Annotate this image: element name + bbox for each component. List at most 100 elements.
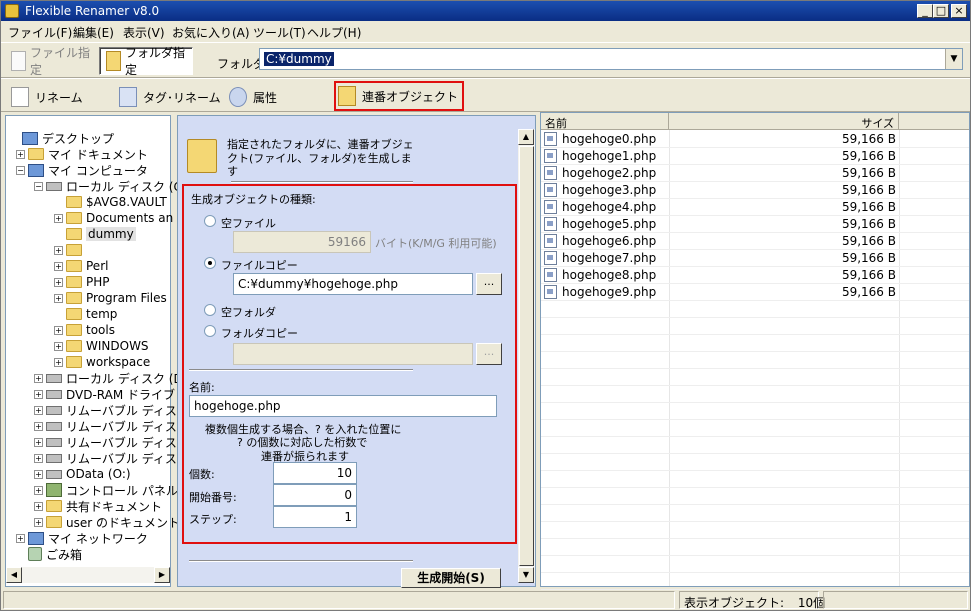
tree-item[interactable]: + Perl — [54, 258, 108, 274]
radio-empty-folder[interactable] — [204, 304, 216, 316]
expand-icon[interactable]: + — [54, 293, 63, 303]
column-header-size[interactable]: サイズ — [669, 113, 899, 130]
tree-item[interactable]: + 共有ドキュメント — [34, 498, 162, 514]
tree-item[interactable]: + リムーバブル ディスク — [34, 450, 189, 466]
start-number-field[interactable]: 0 — [273, 484, 357, 506]
expand-icon[interactable]: + — [54, 245, 63, 255]
tag-rename-button[interactable]: タグ･リネーム — [119, 84, 221, 110]
file-copy-path-field[interactable]: C:¥dummy¥hogehoge.php — [233, 273, 473, 295]
folder-copy-path-field[interactable] — [233, 343, 473, 365]
menu-help[interactable]: ヘルプ(H) — [307, 24, 361, 41]
radio-file-copy[interactable] — [204, 257, 216, 269]
folder-tree[interactable]: デスクトップ + マイ ドキュメント − マイ コンピュータ − ローカル ディスク (C:… — [5, 115, 189, 587]
expand-icon[interactable]: + — [54, 213, 63, 223]
radio-folder-copy[interactable] — [204, 325, 216, 337]
folder-copy-browse-button[interactable]: ... — [476, 343, 502, 365]
expand-icon[interactable]: + — [34, 501, 43, 511]
minimize-button[interactable]: _ — [917, 4, 933, 18]
attribute-button[interactable]: 属性 — [229, 84, 277, 110]
tree-item[interactable]: + user のドキュメント — [34, 514, 180, 530]
file-mode-button[interactable]: ファイル指定 — [5, 46, 97, 77]
title-bar[interactable]: Flexible Renamer v8.0 _ □ × — [1, 1, 970, 21]
expand-icon[interactable]: + — [34, 485, 43, 495]
expand-icon[interactable]: + — [34, 469, 43, 479]
collapse-icon[interactable]: − — [16, 165, 25, 175]
list-item[interactable]: hogehoge5.php 59,166 B — [541, 216, 901, 233]
tree-item[interactable]: + リムーバブル ディスク — [34, 402, 189, 418]
list-item[interactable]: hogehoge4.php 59,166 B — [541, 199, 901, 216]
expand-icon[interactable]: + — [34, 453, 43, 463]
list-item[interactable]: hogehoge9.php 59,166 B — [541, 284, 901, 301]
scroll-down-icon[interactable]: ▼ — [518, 567, 534, 583]
tree-item[interactable]: + workspace — [54, 354, 150, 370]
list-item[interactable]: hogehoge0.php 59,166 B — [541, 131, 901, 148]
maximize-button[interactable]: □ — [933, 4, 949, 18]
expand-icon[interactable]: + — [54, 357, 63, 367]
menu-view[interactable]: 表示(V) — [123, 24, 165, 41]
list-item[interactable]: hogehoge3.php 59,166 B — [541, 182, 901, 199]
menu-favorites[interactable]: お気に入り(A) — [172, 24, 250, 41]
sequential-object-button[interactable]: 連番オブジェクト — [334, 81, 465, 111]
tree-item[interactable]: + リムーバブル ディスク — [34, 434, 189, 450]
tree-item[interactable]: + tools — [54, 322, 115, 338]
chevron-down-icon[interactable]: ▼ — [945, 49, 962, 69]
name-field[interactable]: hogehoge.php — [189, 395, 497, 417]
list-item[interactable]: hogehoge8.php 59,166 B — [541, 267, 901, 284]
tree-item[interactable]: − ローカル ディスク (C: — [34, 178, 186, 194]
expand-icon[interactable]: + — [16, 149, 25, 159]
scroll-left-icon[interactable]: ◀ — [6, 567, 22, 583]
tree-item[interactable]: + コントロール パネル — [34, 482, 178, 498]
expand-icon[interactable]: + — [54, 277, 63, 287]
scroll-right-icon[interactable]: ▶ — [154, 567, 170, 583]
expand-icon[interactable]: + — [34, 373, 43, 383]
expand-icon[interactable]: + — [54, 341, 63, 351]
list-item[interactable]: hogehoge1.php 59,166 B — [541, 148, 901, 165]
expand-icon[interactable]: + — [16, 533, 25, 543]
scroll-thumb[interactable] — [519, 146, 534, 566]
column-header-name[interactable]: 名前 — [541, 113, 669, 130]
expand-icon[interactable]: + — [54, 325, 63, 335]
list-item[interactable]: hogehoge7.php 59,166 B — [541, 250, 901, 267]
tree-item[interactable]: + DVD-RAM ドライブ — [34, 386, 175, 402]
list-item[interactable]: hogehoge6.php 59,166 B — [541, 233, 901, 250]
tree-item[interactable]: + Documents an — [54, 210, 173, 226]
tree-item[interactable]: + WINDOWS — [54, 338, 149, 354]
tree-item[interactable]: dummy — [54, 226, 136, 242]
expand-icon[interactable]: + — [34, 405, 43, 415]
expand-icon[interactable]: + — [34, 389, 43, 399]
tree-item[interactable]: + OData (O:) — [34, 466, 131, 482]
close-button[interactable]: × — [951, 4, 967, 18]
expand-icon[interactable]: + — [54, 261, 63, 271]
tree-horizontal-scrollbar[interactable]: ◀ ▶ — [6, 567, 170, 583]
count-field[interactable]: 10 — [273, 462, 357, 484]
folder-mode-button[interactable]: フォルダ指定 — [99, 46, 193, 77]
menu-file[interactable]: ファイル(F) — [8, 24, 72, 41]
tree-item[interactable]: + — [54, 242, 86, 258]
expand-icon[interactable]: + — [34, 437, 43, 447]
tree-item[interactable]: デスクトップ — [10, 130, 114, 146]
step-field[interactable]: 1 — [273, 506, 357, 528]
tree-item[interactable]: $AVG8.VAULT — [54, 194, 167, 210]
scroll-up-icon[interactable]: ▲ — [518, 129, 534, 145]
tree-item[interactable]: + Program Files — [54, 290, 167, 306]
tree-item[interactable]: + ローカル ディスク (D: — [34, 370, 187, 386]
menu-edit[interactable]: 編集(E) — [73, 24, 114, 41]
panel-vertical-scrollbar[interactable]: ▲ ▼ — [518, 129, 535, 583]
folder-path-combo[interactable]: C:¥dummy ▼ — [259, 48, 963, 70]
file-list[interactable]: 名前 サイズ hogehoge0.php 59,166 Bhogehoge1.ph… — [540, 112, 970, 590]
tree-item[interactable]: + リムーバブル ディスク — [34, 418, 189, 434]
tree-item[interactable]: + PHP — [54, 274, 110, 290]
collapse-icon[interactable]: − — [34, 181, 43, 191]
menu-tools[interactable]: ツール(T) — [253, 24, 306, 41]
tree-item[interactable]: ごみ箱 — [16, 546, 82, 562]
empty-file-size-field[interactable]: 59166 — [233, 231, 371, 253]
tree-item[interactable]: temp — [54, 306, 117, 322]
list-item[interactable]: hogehoge2.php 59,166 B — [541, 165, 901, 182]
expand-icon[interactable]: + — [34, 517, 43, 527]
rename-button[interactable]: リネーム — [11, 84, 83, 110]
expand-icon[interactable]: + — [34, 421, 43, 431]
radio-empty-file[interactable] — [204, 215, 216, 227]
file-copy-browse-button[interactable]: ... — [476, 273, 502, 295]
tree-item[interactable]: + マイ ドキュメント — [16, 146, 148, 162]
generate-button[interactable]: 生成開始(S) — [401, 568, 501, 588]
